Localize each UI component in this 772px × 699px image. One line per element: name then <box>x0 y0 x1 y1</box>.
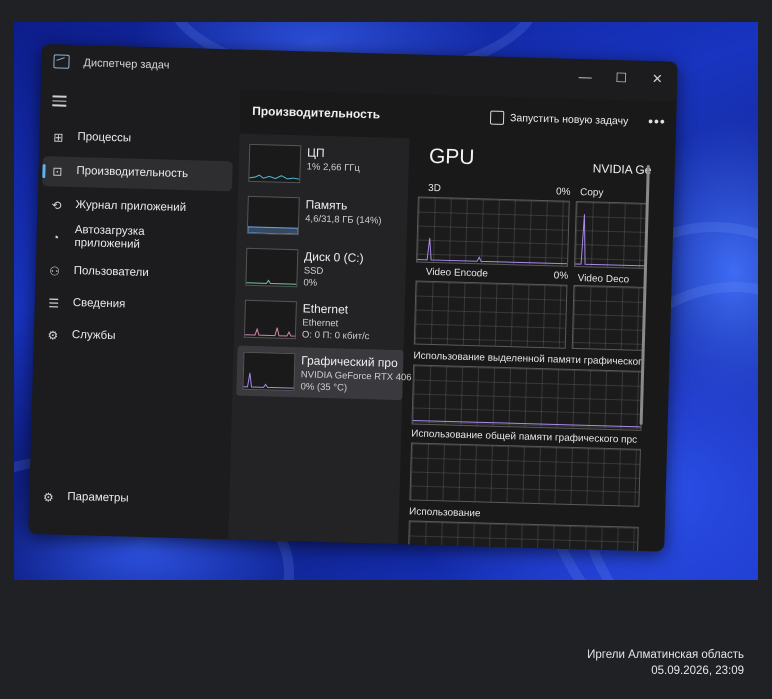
users-icon: ⚇ <box>49 264 61 279</box>
sidebar-item-users[interactable]: ⚇ Пользователи <box>39 256 230 291</box>
disk-thumbnail-graph <box>245 247 299 288</box>
startup-icon: ◔ <box>51 230 60 245</box>
sidebar-item-details[interactable]: ☰ Сведения <box>38 288 229 323</box>
graph-video-decode-label: Video Deco <box>577 273 630 286</box>
graph-3d-label: 3D <box>427 182 442 195</box>
run-new-task-button[interactable]: Запустить новую задачу <box>489 109 629 129</box>
memory-thumbnail-graph <box>246 195 300 236</box>
close-button[interactable]: ✕ <box>645 67 670 92</box>
sidebar-item-app-history[interactable]: ⟲ Журнал приложений <box>41 190 232 225</box>
sidebar-item-label: Пользователи <box>73 264 149 280</box>
resource-gpu[interactable]: Графический про NVIDIA GeForce RTX 406 0… <box>236 345 412 401</box>
graph-copy[interactable] <box>573 200 648 269</box>
photo: Диспетчер задач — ☐ ✕ ⊞ Процессы ⊡ Произ… <box>14 22 758 580</box>
resource-title: Диск 0 (C:) <box>303 249 364 266</box>
details-icon: ☰ <box>48 296 60 311</box>
sidebar-item-settings[interactable]: ⚙ Параметры <box>33 482 224 517</box>
gpu-detail-panel: GPU NVIDIA Ge 3D 0% Copy Video Encode 0%… <box>404 138 675 552</box>
selection-indicator <box>42 164 46 179</box>
menu-icon[interactable] <box>52 92 67 109</box>
gpu-thumbnail-graph <box>242 351 296 392</box>
main-panel: Производительность Запустить новую задач… <box>228 89 677 552</box>
resource-title: Графический про <box>301 353 398 371</box>
sidebar-item-label: Процессы <box>77 131 132 145</box>
graph-3d-value: 0% <box>555 186 571 198</box>
graph-video-decode[interactable] <box>571 284 646 351</box>
run-task-icon <box>489 110 505 125</box>
resource-ethernet[interactable]: Ethernet Ethernet О: 0 П: 0 кбит/с <box>238 294 405 349</box>
graph-video-encode[interactable] <box>413 280 568 349</box>
sidebar-item-label: Автозагрузка приложений <box>74 223 145 251</box>
sidebar-item-label: Журнал приложений <box>75 199 187 215</box>
resource-value: О: 0 П: 0 кбит/с <box>301 329 370 343</box>
resource-disk[interactable]: Диск 0 (C:) SSD 0% <box>239 242 406 297</box>
graph-3d[interactable] <box>416 196 570 267</box>
resource-title: Ethernet <box>302 301 349 317</box>
page-title: Производительность <box>252 103 381 122</box>
settings-icon: ⚙ <box>42 490 54 505</box>
resource-subtitle: 1% 2,66 ГГц <box>306 161 361 174</box>
sidebar-item-label: Службы <box>71 328 116 343</box>
app-history-icon: ⟲ <box>51 198 62 213</box>
sidebar: ⊞ Процессы ⊡ Производительность ⟲ Журнал… <box>28 84 240 539</box>
performance-icon: ⊡ <box>52 164 63 179</box>
gpu-model-name: NVIDIA Ge <box>592 161 652 178</box>
graph-copy-label: Copy <box>579 187 604 199</box>
resource-cpu[interactable]: ЦП 1% 2,66 ГГц <box>242 138 409 193</box>
resource-subtitle: SSD <box>303 265 324 277</box>
cpu-thumbnail-graph <box>248 143 302 184</box>
sidebar-item-startup-apps[interactable]: ◔ Автозагрузка приложений <box>40 222 231 261</box>
resource-value: 0% (35 °C) <box>300 381 348 394</box>
resource-subtitle: 4,6/31,8 ГБ (14%) <box>305 213 382 227</box>
usage-label: Использование <box>408 506 481 520</box>
resource-title: ЦП <box>306 145 325 160</box>
photo-caption: Иргели Алматинская область 05.09.2026, 2… <box>587 647 744 679</box>
run-new-task-label: Запустить новую задачу <box>509 112 629 128</box>
processes-icon: ⊞ <box>53 130 64 145</box>
photo-datetime: 05.09.2026, 23:09 <box>651 665 744 677</box>
task-manager-icon <box>53 54 70 69</box>
services-icon: ⚙ <box>47 328 59 343</box>
task-manager-window: Диспетчер задач — ☐ ✕ ⊞ Процессы ⊡ Произ… <box>28 44 678 552</box>
sidebar-item-label: Производительность <box>76 165 189 181</box>
gpu-title: GPU <box>428 144 475 170</box>
graph-video-encode-value: 0% <box>553 270 569 282</box>
maximize-button[interactable]: ☐ <box>609 66 634 91</box>
sidebar-item-performance[interactable]: ⊡ Производительность <box>42 156 233 192</box>
sidebar-item-processes[interactable]: ⊞ Процессы <box>43 122 234 157</box>
graph-shared-memory[interactable] <box>409 442 641 507</box>
resource-list: ЦП 1% 2,66 ГГц Память 4,6/31,8 ГБ (14%) … <box>228 133 412 545</box>
graph-usage[interactable] <box>407 520 639 552</box>
sidebar-item-label: Сведения <box>72 296 126 311</box>
sidebar-item-services[interactable]: ⚙ Службы <box>37 320 228 355</box>
resource-subtitle: Ethernet <box>302 317 339 330</box>
resource-title: Память <box>305 197 348 213</box>
more-options-button[interactable]: ••• <box>648 113 666 129</box>
window-title: Диспетчер задач <box>83 57 170 72</box>
sidebar-item-label: Параметры <box>67 490 129 505</box>
ethernet-thumbnail-graph <box>243 299 297 340</box>
photo-location: Иргели Алматинская область <box>587 649 744 661</box>
graph-dedicated-memory[interactable] <box>411 364 644 431</box>
graph-video-encode-label: Video Encode <box>425 266 488 280</box>
resource-memory[interactable]: Память 4,6/31,8 ГБ (14%) <box>241 190 408 245</box>
resource-value: 0% <box>303 277 318 289</box>
minimize-button[interactable]: — <box>573 65 598 90</box>
